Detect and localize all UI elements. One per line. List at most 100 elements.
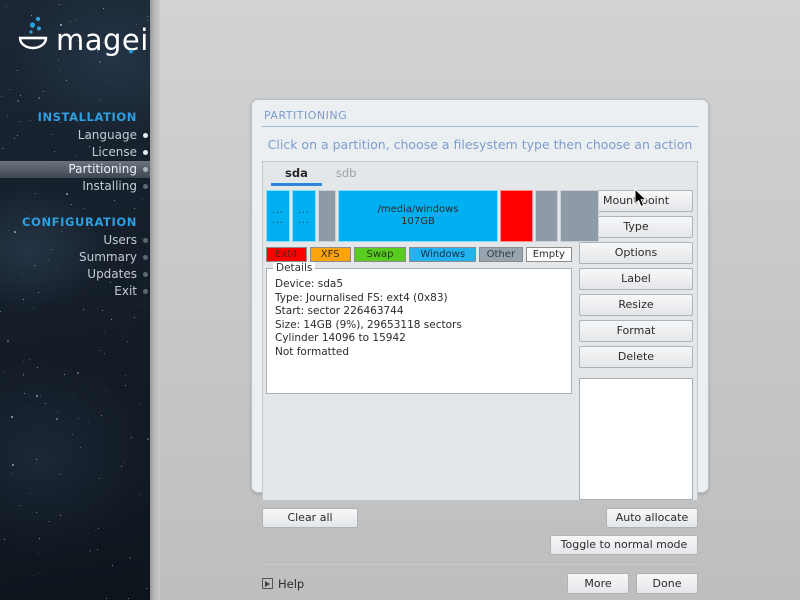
dialog-instruction: Click on a partition, choose a filesyste… (267, 137, 693, 152)
star-dot (111, 565, 113, 567)
star-dot (98, 478, 100, 480)
help-button[interactable]: Help (262, 577, 304, 591)
star-dot (49, 520, 51, 522)
star-dot (7, 340, 10, 343)
nav-section-heading: INSTALLATION (37, 110, 137, 124)
star-dot (139, 402, 141, 404)
resize-button[interactable]: Resize (579, 294, 693, 316)
partition-segment[interactable] (500, 190, 533, 242)
star-dot (127, 598, 129, 600)
star-dot (35, 395, 38, 398)
star-dot (37, 96, 40, 99)
star-dot (126, 334, 128, 336)
star-dot (71, 434, 73, 436)
format-button[interactable]: Format (579, 320, 693, 342)
dialog-footer: Help More Done (262, 573, 698, 594)
star-dot (43, 90, 45, 92)
star-dot (111, 319, 113, 321)
sidebar-item-exit[interactable]: Exit (0, 283, 150, 300)
step-status-dot-icon (143, 150, 148, 155)
sidebar-item-license[interactable]: License (0, 144, 150, 161)
star-dot (37, 552, 39, 554)
star-dot (12, 463, 15, 466)
tab-sdb[interactable]: sdb (322, 162, 371, 186)
star-dot (103, 80, 105, 82)
legend-item-other[interactable]: Other (479, 247, 523, 262)
dialog-title: PARTITIONING (264, 109, 348, 122)
label-button[interactable]: Label (579, 268, 693, 290)
sidebar-item-label: Partitioning (68, 162, 137, 176)
sidebar-item-installing[interactable]: Installing (0, 178, 150, 195)
partition-segment[interactable]: ...... (266, 190, 290, 242)
step-status-dot-icon (143, 238, 148, 243)
partition-segment[interactable] (560, 190, 599, 242)
star-dot (130, 437, 132, 439)
mouse-cursor (634, 187, 648, 208)
sidebar-item-summary[interactable]: Summary (0, 249, 150, 266)
legend-item-empty[interactable]: Empty (525, 247, 572, 262)
star-dot (22, 360, 24, 362)
sidebar-item-label: Language (77, 128, 137, 142)
legend-item-windows[interactable]: Windows (409, 247, 477, 262)
installer-steps-nav: INSTALLATION Language License Partitioning I… (0, 108, 150, 300)
sidebar-item-label: Updates (87, 267, 137, 281)
star-dot (45, 402, 47, 404)
legend-item-swap[interactable]: Swap (353, 247, 407, 262)
star-dot (77, 418, 79, 420)
delete-button[interactable]: Delete (579, 346, 693, 368)
tab-sda[interactable]: sda (271, 162, 322, 186)
partition-segment[interactable]: /media/windows 107GB (338, 190, 498, 242)
star-dot (121, 465, 123, 467)
details-line: Cylinder 14096 to 15942 (275, 332, 406, 345)
toggle-normal-mode-button[interactable]: Toggle to normal mode (550, 535, 698, 555)
partition-segment[interactable] (318, 190, 336, 242)
partition-ellipsis-label: ... (298, 206, 310, 216)
star-dot (1, 95, 3, 97)
partition-bar[interactable]: ............ /media/windows 107GB (266, 190, 599, 242)
star-dot (97, 527, 99, 529)
star-dot (127, 341, 129, 343)
footer-buttons: More Done (567, 573, 698, 594)
details-line: Device: sda5 (275, 278, 344, 290)
star-dot (139, 494, 141, 496)
options-button[interactable]: Options (579, 242, 693, 264)
star-dot (102, 7, 104, 9)
star-dot (59, 473, 61, 475)
disk-tabs: sda sdb (263, 162, 697, 186)
more-button[interactable]: More (567, 573, 629, 594)
star-dot (28, 359, 30, 361)
legend-item-ext4[interactable]: Ext4 (266, 247, 307, 262)
clear-all-button[interactable]: Clear all (262, 508, 358, 528)
sidebar-item-label: License (91, 145, 137, 159)
sidebar-item-partitioning[interactable]: Partitioning (0, 161, 150, 178)
disk-panel: sda sdb ............ /media/windows 107GB E… (262, 161, 698, 501)
star-dot (80, 446, 81, 448)
partition-segment[interactable] (535, 190, 558, 242)
sidebar-item-updates[interactable]: Updates (0, 266, 150, 283)
partitioning-dialog: PARTITIONING Click on a partition, choos… (251, 99, 709, 594)
legend-item-xfs[interactable]: XFS (309, 247, 351, 262)
sidebar-item-users[interactable]: Users (0, 232, 150, 249)
partition-ellipsis-label: ... (272, 216, 284, 226)
star-dot (128, 556, 131, 559)
star-dot (73, 392, 75, 394)
star-dot (0, 310, 2, 312)
partition-column: ............ /media/windows 107GB Ext4 XFS S… (263, 186, 599, 500)
star-dot (3, 370, 5, 372)
auto-allocate-button[interactable]: Auto allocate (606, 508, 698, 528)
star-dot (56, 410, 58, 412)
step-status-dot-icon (143, 184, 148, 189)
mageia-logo: mageia (14, 14, 150, 60)
star-dot (33, 575, 35, 577)
star-dot (59, 4, 61, 6)
sidebar-edge-divider (150, 0, 160, 600)
star-dot (125, 384, 127, 386)
sidebar-item-language[interactable]: Language (0, 127, 150, 144)
star-dot (9, 89, 11, 91)
partition-segment[interactable]: ...... (292, 190, 316, 242)
step-status-dot-icon (143, 133, 148, 138)
star-dot (83, 309, 85, 311)
done-button[interactable]: Done (636, 573, 698, 594)
star-dot (98, 99, 100, 101)
star-dot (11, 415, 14, 418)
